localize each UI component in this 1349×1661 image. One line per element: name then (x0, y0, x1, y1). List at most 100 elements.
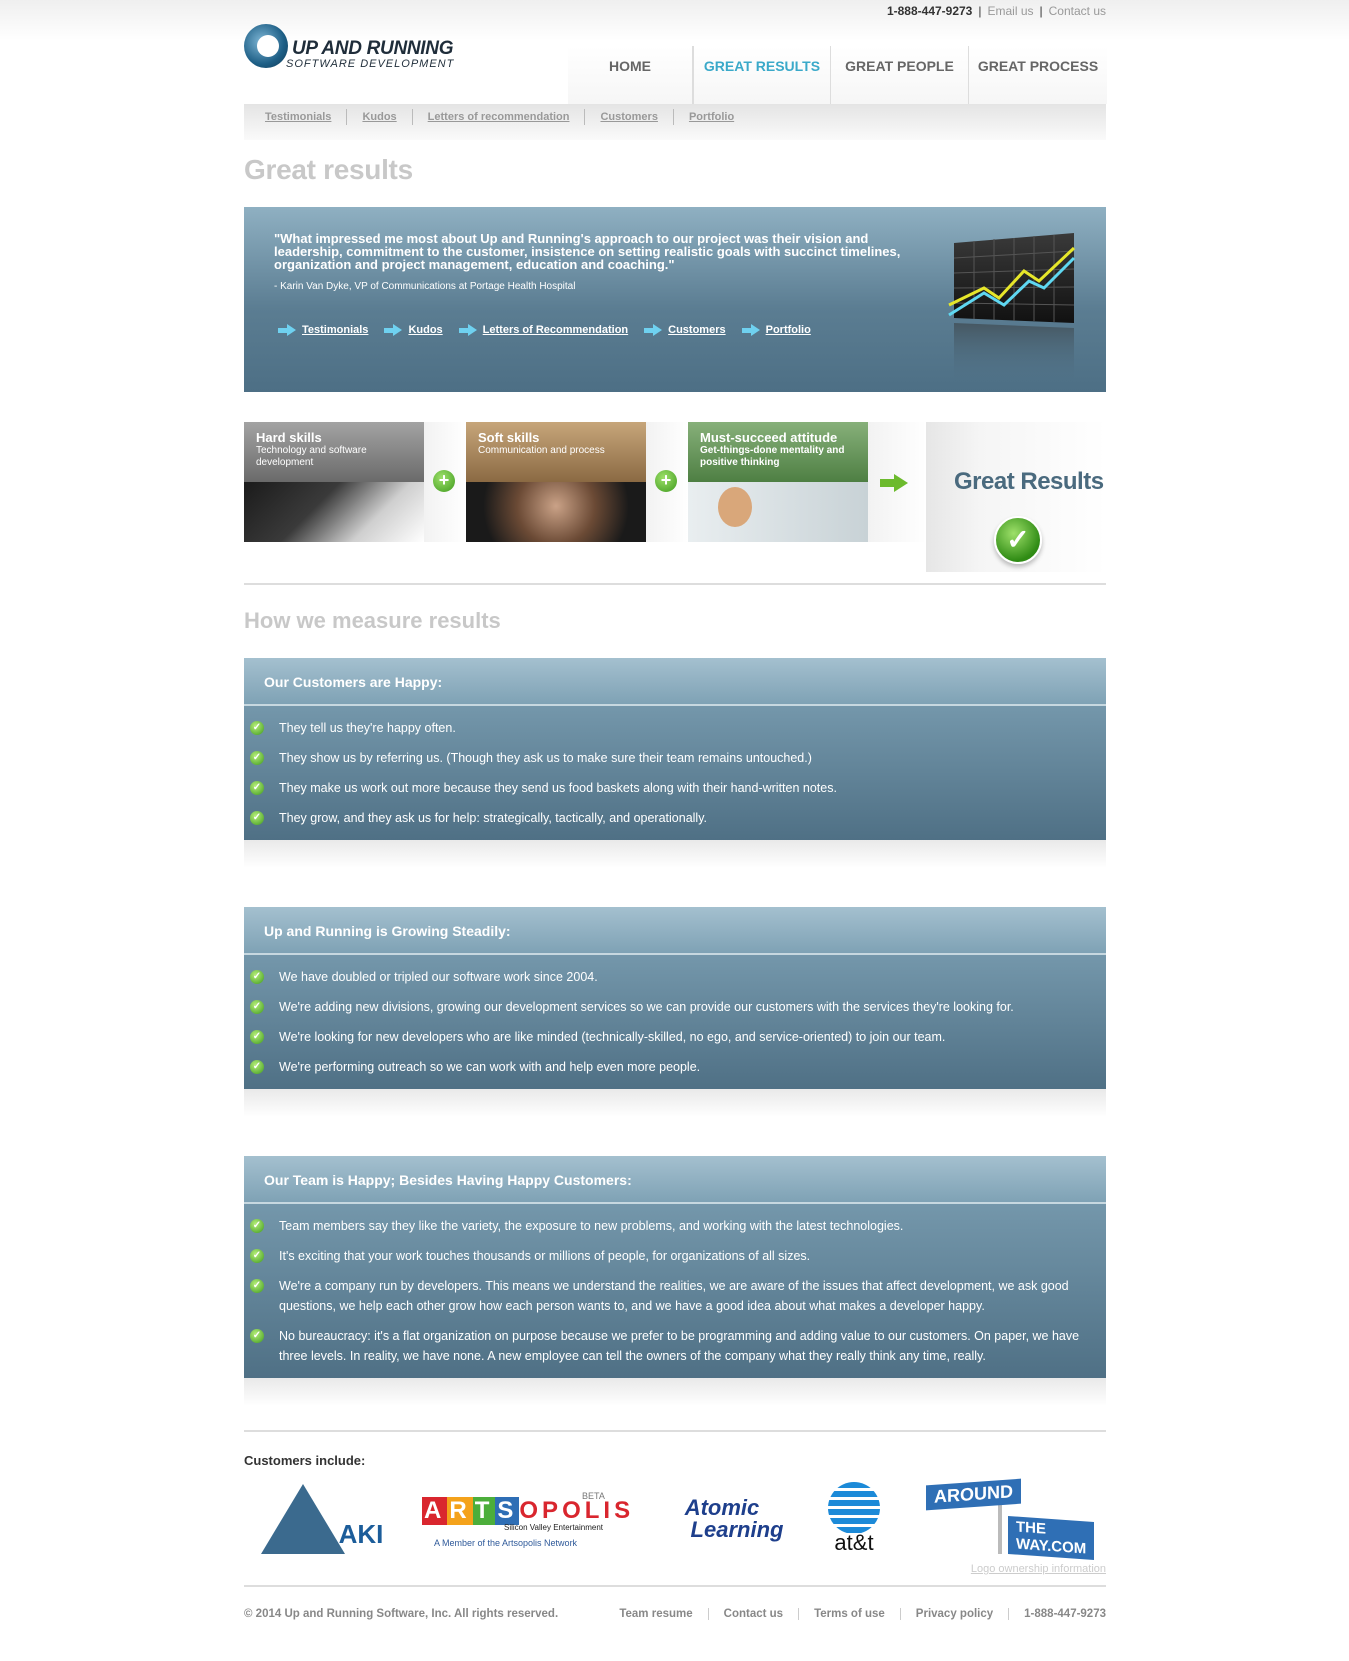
quote-banner: "What impressed me most about Up and Run… (244, 207, 1106, 392)
skill-title: Must-succeed attitude (700, 430, 838, 445)
content-wrapper: 1-888-447-9273 | Email us | Contact us UP AN… (244, 0, 1107, 1661)
keyboard-image (244, 482, 424, 542)
panel-body: ✓ They tell us they're happy often. ✓ They… (244, 706, 1106, 840)
check-bullet-icon: ✓ (250, 1249, 264, 1263)
panel-title: Our Customers are Happy: (244, 658, 1106, 706)
pyramid-icon (260, 1484, 345, 1554)
arrow-right-icon (278, 324, 296, 336)
subnav-testimonials[interactable]: Testimonials (250, 109, 348, 125)
att-globe-icon (828, 1482, 880, 1534)
banner-links: Testimonials Kudos Letters of Recommenda… (278, 324, 811, 336)
panel-body: ✓ We have doubled or tripled our software… (244, 955, 1106, 1089)
customers-label: Customers include: (244, 1453, 366, 1468)
check-bullet-icon: ✓ (250, 781, 264, 795)
panel-title: Up and Running is Growing Steadily: (244, 907, 1106, 955)
growth-chart-icon (948, 233, 1076, 383)
panel-growing: Up and Running is Growing Steadily: ✓ We … (244, 907, 1106, 1117)
nav-great-results[interactable]: GREAT RESULTS (693, 46, 831, 104)
check-bullet-icon: ✓ (250, 721, 264, 735)
section-title: How we measure results (244, 608, 501, 633)
logo-title: UP AND RUNNING (292, 38, 454, 59)
footer-link-terms[interactable]: Terms of use (798, 1608, 900, 1620)
phone-number: 1-888-447-9273 (886, 4, 973, 18)
list-item: ✓ They tell us they're happy often. (250, 718, 1086, 738)
around-the-way-logo[interactable]: AROUND THE WAY.COM (926, 1478, 1095, 1560)
customer-logos: AKI BETA A R T S O P O L I S Silicon Val… (244, 1478, 1106, 1560)
logo-mark-icon (244, 24, 288, 68)
skill-card-attitude: Must-succeed attitude Get-things-done men… (688, 422, 868, 542)
check-bullet-icon: ✓ (250, 1030, 264, 1044)
nav-great-process[interactable]: GREAT PROCESS (969, 46, 1107, 104)
subnav-portfolio[interactable]: Portfolio (674, 109, 749, 125)
page-title: Great results (244, 154, 413, 185)
skill-card-hard: Hard skills Technology and software devel… (244, 422, 424, 542)
subnav-letters[interactable]: Letters of recommendation (413, 109, 586, 125)
logo-ownership-link[interactable]: Logo ownership information (971, 1563, 1106, 1575)
sub-nav: Testimonials Kudos Letters of recommenda… (244, 104, 1106, 140)
aki-logo[interactable]: AKI (252, 1478, 392, 1560)
team-photo-image (688, 482, 868, 542)
banner-link-letters[interactable]: Letters of Recommendation (458, 324, 628, 336)
banner-link-testimonials[interactable]: Testimonials (278, 324, 368, 336)
panel-body: ✓ Team members say they like the variety,… (244, 1204, 1106, 1378)
plus-icon: + (655, 470, 677, 492)
check-bullet-icon: ✓ (250, 1219, 264, 1233)
great-results-badge: Great Results ✓ (926, 422, 1106, 572)
contact-link[interactable]: Contact us (1049, 4, 1106, 18)
list-item: ✓ We're performing outreach so we can wor… (250, 1057, 1086, 1077)
divider (244, 1585, 1106, 1587)
arrow-right-icon (458, 324, 477, 336)
panel-title: Our Team is Happy; Besides Having Happy … (244, 1156, 1106, 1204)
list-item: ✓ We're a company run by developers. This… (250, 1276, 1086, 1316)
list-item: ✓ It's exciting that your work touches th… (250, 1246, 1086, 1266)
main-nav: HOME GREAT RESULTS GREAT PEOPLE GREAT PR… (568, 46, 1107, 104)
utility-bar: 1-888-447-9273 | Email us | Contact us (886, 4, 1106, 18)
logo-subtitle: SOFTWARE DEVELOPMENT (286, 58, 455, 70)
list-item: ✓ They show us by referring us. (Though t… (250, 748, 1086, 768)
plus-icon: + (433, 470, 455, 492)
divider (244, 1430, 1106, 1432)
check-bullet-icon: ✓ (250, 970, 264, 984)
businessman-image (466, 482, 646, 542)
list-item: ✓ Team members say they like the variety,… (250, 1216, 1086, 1236)
nav-great-people[interactable]: GREAT PEOPLE (831, 46, 969, 104)
great-results-label: Great Results (954, 468, 1104, 495)
artsopolis-logo[interactable]: BETA A R T S O P O L I S Silicon Valley … (422, 1478, 630, 1560)
footer-link-team-resume[interactable]: Team resume (604, 1608, 707, 1620)
banner-link-portfolio[interactable]: Portfolio (741, 324, 811, 336)
check-bullet-icon: ✓ (250, 1000, 264, 1014)
list-item: ✓ No bureaucracy: it's a flat organizatio… (250, 1326, 1086, 1366)
subnav-kudos[interactable]: Kudos (347, 109, 413, 125)
skill-title: Soft skills (478, 430, 540, 445)
footer-link-privacy[interactable]: Privacy policy (899, 1608, 1008, 1620)
list-item: ✓ They make us work out more because they… (250, 778, 1086, 798)
email-link[interactable]: Email us (987, 4, 1033, 18)
banner-quote: "What impressed me most about Up and Run… (274, 231, 901, 272)
arrow-right-icon (741, 324, 760, 336)
list-item: ✓ We're adding new divisions, growing our… (250, 997, 1086, 1017)
skill-desc: Technology and software development (256, 445, 367, 468)
logo[interactable]: UP AND RUNNING SOFTWARE DEVELOPMENT (244, 24, 474, 74)
att-logo[interactable]: at&t (814, 1478, 894, 1560)
banner-attribution: - Karin Van Dyke, VP of Communications a… (274, 281, 576, 292)
skill-desc: Get-things-done mentality and positive t… (700, 445, 845, 468)
check-bullet-icon: ✓ (250, 811, 264, 825)
skills-strip: Hard skills Technology and software devel… (244, 422, 1106, 572)
list-item: ✓ We're looking for new developers who ar… (250, 1027, 1086, 1047)
check-bullet-icon: ✓ (250, 751, 264, 765)
check-bullet-icon: ✓ (250, 1060, 264, 1074)
nav-home[interactable]: HOME (568, 46, 693, 104)
check-bullet-icon: ✓ (250, 1279, 264, 1293)
footer-link-contact[interactable]: Contact us (707, 1608, 798, 1620)
banner-link-customers[interactable]: Customers (644, 324, 726, 336)
arrow-right-icon (384, 324, 403, 336)
banner-link-kudos[interactable]: Kudos (384, 324, 443, 336)
panel-customers: Our Customers are Happy: ✓ They tell us t… (244, 658, 1106, 868)
footer-phone: 1-888-447-9273 (1008, 1608, 1106, 1620)
list-item: ✓ They grow, and they ask us for help: st… (250, 808, 1086, 828)
copyright: © 2014 Up and Running Software, Inc. All… (244, 1608, 559, 1620)
skill-card-soft: Soft skills Communication and process (466, 422, 646, 542)
page: 1-888-447-9273 | Email us | Contact us UP AN… (0, 0, 1349, 1661)
subnav-customers[interactable]: Customers (585, 109, 674, 125)
atomic-learning-logo[interactable]: Atomic Learning (642, 1478, 802, 1560)
